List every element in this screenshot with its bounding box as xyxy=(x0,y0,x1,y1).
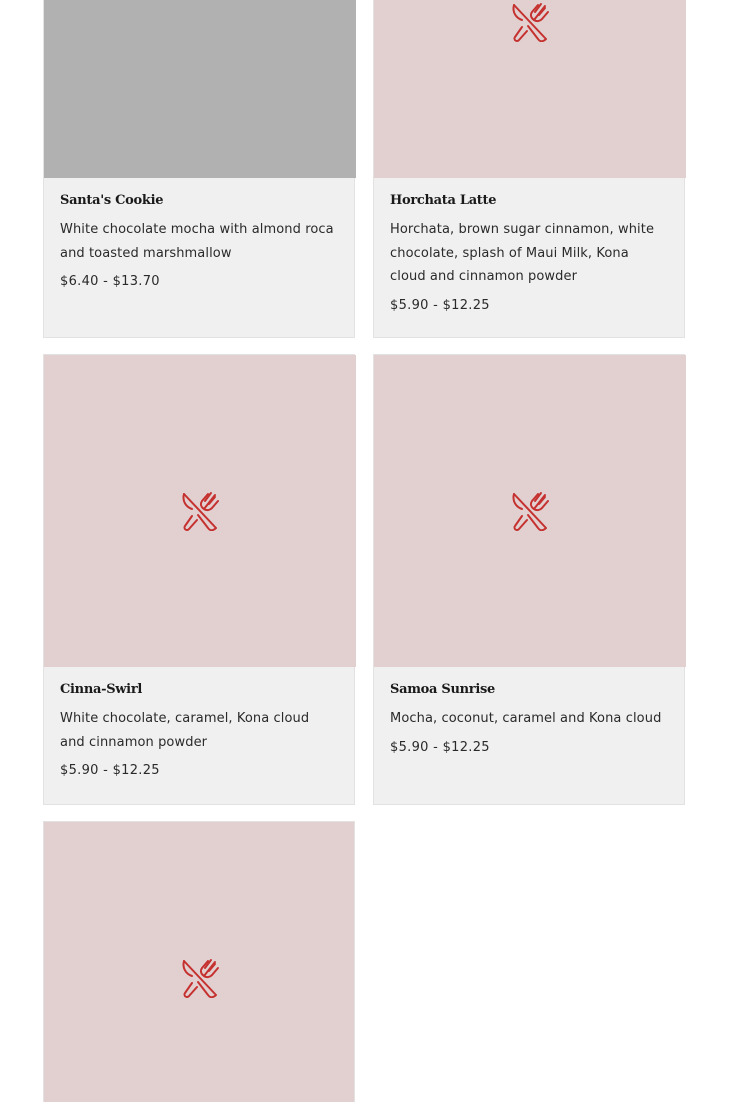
menu-item-name: Horchata Latte xyxy=(390,193,497,208)
menu-item-name: Samoa Sunrise xyxy=(390,682,495,697)
menu-item-description: White chocolate, caramel, Kona cloud and… xyxy=(60,711,310,750)
menu-item-description: Mocha, coconut, caramel and Kona cloud xyxy=(390,711,662,726)
menu-item-image xyxy=(44,355,356,667)
menu-item-card[interactable]: Santa's Cookie White chocolate mocha wit… xyxy=(43,0,356,338)
utensils-icon xyxy=(510,2,550,42)
utensils-icon xyxy=(180,491,220,531)
menu-item-image xyxy=(374,355,686,667)
menu-item-name: Santa's Cookie xyxy=(60,193,164,208)
menu-item-image xyxy=(374,0,686,178)
utensils-icon xyxy=(510,491,550,531)
menu-item-price: $5.90 - $12.25 xyxy=(390,297,490,313)
menu-item-card[interactable]: Cinna-Swirl White chocolate, caramel, Ko… xyxy=(43,354,356,805)
menu-item-price: $6.40 - $13.70 xyxy=(60,274,160,289)
menu-item-card[interactable]: Samoa Sunrise Mocha, coconut, caramel an… xyxy=(373,354,686,805)
menu-item-image xyxy=(44,822,354,1102)
menu-item-image xyxy=(44,0,356,178)
utensils-icon xyxy=(180,958,220,998)
menu-item-card[interactable]: Horchata Latte Horchata, brown sugar cin… xyxy=(373,0,686,338)
menu-item-name: Cinna-Swirl xyxy=(60,682,143,697)
menu-item-description: White chocolate mocha with almond roca a… xyxy=(60,222,334,261)
menu-item-price: $5.90 - $12.25 xyxy=(390,739,490,755)
menu-item-price: $5.90 - $12.25 xyxy=(60,763,160,778)
menu-item-description: Horchata, brown sugar cinnamon, white ch… xyxy=(390,222,655,284)
menu-item-card[interactable] xyxy=(43,821,355,1102)
